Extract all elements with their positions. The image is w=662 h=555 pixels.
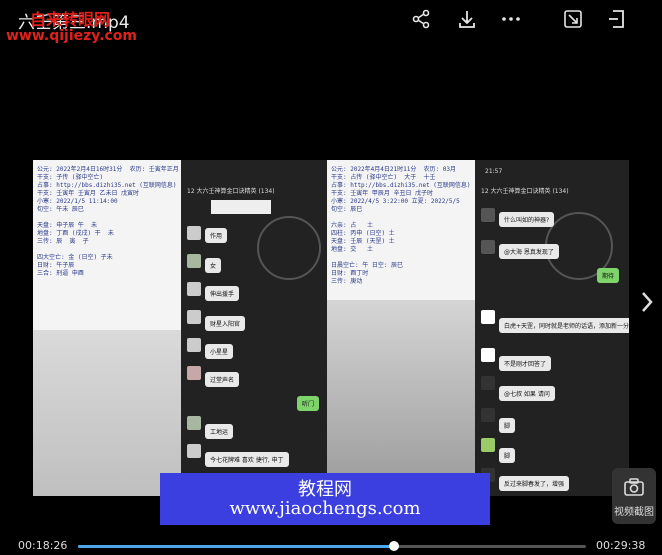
total-time: 00:29:38 [596,539,646,552]
chat-time: 21:57 [485,168,503,175]
doc-panel-left: 公元: 2022年2月4日16时31分 农历: 壬寅年正月 干支: 子传 (驿中… [33,160,181,496]
current-time: 00:18:26 [18,539,68,552]
avatar [481,376,495,390]
chat-bubble: 过堂声名 [205,372,240,387]
chat-bubble: 什么叫如的神器? [499,212,555,227]
avatar [481,438,495,452]
chat-bubble: 女 [205,258,222,273]
chat-bubble: 白虎+天罡，同时就是老师的话语，添加新一分 [499,318,629,333]
chat-panel-2: 21:57 12 大六壬神算金口诀精英 (134) 什么叫如的神器? @大海 恩… [475,160,629,496]
progress-knob[interactable] [389,541,399,551]
chat-bubble: @七叔 如果 请问 [499,386,555,401]
lamp-image [257,216,321,280]
avatar [187,366,201,380]
progress-fill [78,545,394,548]
chat-bubble: 不是刚才回答了 [499,356,552,371]
screenshot-label: 视频截图 [614,507,654,518]
chat-bubble-self: 期待 [597,268,620,283]
chat-panel-1: 12 大六壬神算金口诀精英 (134) 作用 女 伸出援手 财星入阳官 小星星 … [181,160,327,496]
chat-bubble: 脚 [499,448,516,463]
screen-mirror-icon[interactable] [562,8,584,30]
chat-bubble: 工地运 [205,424,234,439]
download-icon[interactable] [456,8,478,30]
doc-image-right [327,300,475,496]
doc-text-left: 公元: 2022年2月4日16时31分 农历: 壬寅年正月 干支: 子传 (驿中… [37,166,179,277]
camera-icon [624,478,644,496]
avatar [187,310,201,324]
watermark-url: www.qijiezy.com [6,28,137,44]
chat-bubble: 财星入阳官 [205,316,246,331]
video-frame[interactable]: 公元: 2022年2月4日16时31分 农历: 壬寅年正月 干支: 子传 (驿中… [33,160,629,496]
avatar [481,310,495,324]
banner-url: www.jiaochengs.com [229,498,421,519]
watermark-banner: 教程网 www.jiaochengs.com [160,473,490,525]
chat-bubble: @大海 恩真发现了 [499,244,559,259]
avatar [481,240,495,254]
avatar [187,254,201,268]
chat-bubble: 脚 [499,418,516,433]
chat-image-1 [211,200,271,214]
chat-bubble: 今七花牌难 喜欢 捷行, 申丁 [205,452,289,467]
avatar [187,416,201,430]
more-icon[interactable] [500,8,522,30]
chat-bubble: 反过来脚春发了，增强 [499,476,570,491]
share-icon[interactable] [410,8,432,30]
avatar [187,226,201,240]
avatar [187,444,201,458]
chat-bubble: 伸出援手 [205,286,240,301]
avatar [187,338,201,352]
doc-image-left [33,330,181,496]
avatar [481,208,495,222]
chat-bubble-self: 听门 [297,396,320,411]
chat-header-2: 12 大六壬神算金口诀精英 (134) [481,188,569,195]
chat-bubble: 小星星 [205,344,234,359]
avatar [481,408,495,422]
exit-fullscreen-icon[interactable] [606,8,628,30]
chat-bubble: 作用 [205,228,228,243]
chat-header-1: 12 大六壬神算金口诀精英 (134) [187,188,275,195]
next-arrow-icon[interactable] [640,290,654,320]
doc-text-right: 公元: 2022年4月4日21时11分 农历: 03月 干支: 占传 (驿中空亡… [331,166,471,285]
avatar [481,348,495,362]
avatar [187,282,201,296]
doc-panel-right: 公元: 2022年4月4日21时11分 农历: 03月 干支: 占传 (驿中空亡… [327,160,475,496]
watermark-text: 自来转眼网 [30,10,111,29]
